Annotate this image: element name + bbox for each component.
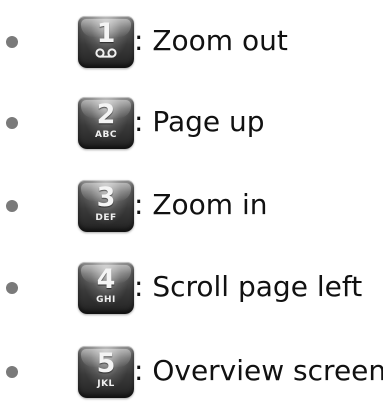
shortcut-description: : Page up	[134, 105, 265, 138]
list-item: 5 JKL : Overview screen	[0, 346, 383, 398]
bullet-icon	[6, 366, 18, 378]
shortcut-list: 1 : Zoom out 2 ABC : Page up 3 DEF : Zoo…	[0, 0, 383, 402]
key-digit: 3	[96, 182, 116, 213]
shortcut-description: : Zoom out	[134, 24, 288, 57]
voicemail-icon	[78, 47, 134, 59]
list-item: 3 DEF : Zoom in	[0, 180, 383, 232]
key-2-button[interactable]: 2 ABC	[78, 97, 134, 149]
bullet-icon	[6, 36, 18, 48]
key-digit: 1	[96, 18, 116, 49]
key-4-button[interactable]: 4 GHI	[78, 262, 134, 314]
shortcut-description: : Overview screen	[134, 354, 383, 387]
list-item: 1 : Zoom out	[0, 16, 383, 68]
key-letters: GHI	[96, 295, 116, 305]
list-item: 2 ABC : Page up	[0, 97, 383, 149]
key-5-button[interactable]: 5 JKL	[78, 346, 134, 398]
shortcut-description: : Zoom in	[134, 188, 268, 221]
key-3-button[interactable]: 3 DEF	[78, 180, 134, 232]
bullet-icon	[6, 200, 18, 212]
key-letters: ABC	[95, 130, 117, 140]
key-1-button[interactable]: 1	[78, 16, 134, 68]
list-item: 4 GHI : Scroll page left	[0, 262, 383, 314]
key-letters: DEF	[95, 213, 117, 223]
key-digit: 5	[96, 348, 116, 379]
shortcut-description: : Scroll page left	[134, 270, 363, 303]
key-digit: 2	[96, 99, 116, 130]
key-digit: 4	[96, 264, 116, 295]
key-letters: JKL	[97, 379, 115, 389]
bullet-icon	[6, 282, 18, 294]
bullet-icon	[6, 117, 18, 129]
